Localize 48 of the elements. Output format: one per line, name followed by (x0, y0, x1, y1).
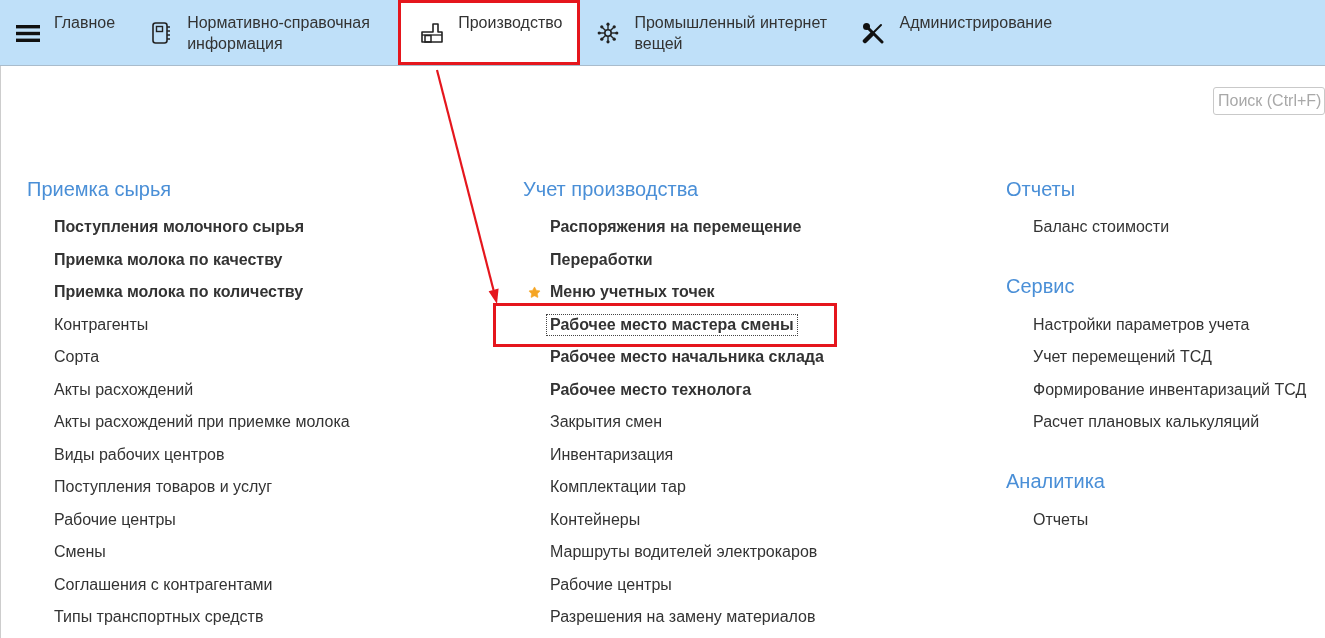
menu-link[interactable]: Комплектации тар (546, 476, 690, 499)
section-heading: Учет производства (523, 176, 699, 201)
section-heading: Отчеты (1006, 176, 1076, 201)
menu-link[interactable]: Отчеты (1029, 508, 1093, 531)
notebook-icon (151, 22, 171, 44)
menu-link[interactable]: Расчет плановых калькуляций (1029, 411, 1264, 434)
menu-link[interactable]: Акты расхождений при приемке молока (50, 411, 354, 434)
factory-icon (421, 23, 444, 43)
menu-link[interactable]: Рабочее место технолога (546, 378, 756, 401)
menu-link[interactable]: Поступления товаров и услуг (50, 476, 277, 499)
menu-link[interactable]: Закрытия смен (546, 411, 667, 434)
search-field[interactable]: Поиск (Ctrl+F) (1213, 87, 1325, 115)
menu-link[interactable]: Разрешения на замену материалов (546, 606, 820, 629)
section-heading: Аналитика (1006, 469, 1105, 493)
menu-link[interactable]: Контрагенты (50, 313, 153, 336)
menu-link[interactable]: Сорта (50, 346, 104, 369)
menu-link[interactable]: Рабочее место начальника склада (546, 346, 828, 369)
menu-link[interactable]: Настройки параметров учета (1029, 313, 1254, 336)
section-tab[interactable]: Производство (398, 0, 581, 65)
menu-link[interactable]: Приемка молока по количеству (50, 281, 308, 304)
section-heading: Сервис (1006, 274, 1075, 298)
section-tab[interactable]: Нормативно-справочная информация (133, 0, 399, 65)
menu-link[interactable]: Виды рабочих центров (50, 443, 229, 466)
menu-link[interactable]: Контейнеры (546, 508, 645, 531)
menu-link[interactable]: Акты расхождений (50, 378, 198, 401)
menu-link[interactable]: Рабочие центры (546, 573, 676, 596)
menu-link[interactable]: Поступления молочного сырья (50, 216, 309, 239)
menu-link[interactable]: Баланс стоимости (1029, 216, 1174, 239)
menu-icon (16, 24, 40, 42)
menu-link[interactable]: Формирование инвентаризаций ТСД (1029, 378, 1311, 401)
menu-link[interactable]: Типы транспортных средств (50, 606, 268, 629)
menu-link[interactable]: Маршруты водителей электрокаров (546, 541, 822, 564)
menu-link[interactable]: Распоряжения на перемещение (546, 216, 806, 239)
menu-link[interactable]: Приемка молока по качеству (50, 248, 287, 271)
section-tab[interactable]: Главное (0, 0, 134, 65)
section-tab[interactable]: Промышленный интернет вещей (580, 0, 846, 65)
menu-link[interactable]: Меню учетных точек (546, 281, 719, 304)
network-icon (597, 22, 620, 44)
section-tab[interactable]: Администрирование (845, 0, 1071, 65)
menu-link[interactable]: Инвентаризация (546, 443, 678, 466)
menu-link[interactable]: Переработки (546, 248, 657, 271)
menu-link[interactable]: Соглашения с контрагентами (50, 573, 277, 596)
menu-link[interactable]: Рабочее место мастера смены (546, 313, 798, 336)
tools-icon (862, 22, 885, 44)
section-heading: Приемка сырья (27, 176, 172, 201)
menu-link[interactable]: Смены (50, 541, 110, 564)
menu-link[interactable]: Рабочие центры (50, 508, 180, 531)
menu-link[interactable]: Учет перемещений ТСД (1029, 346, 1216, 369)
